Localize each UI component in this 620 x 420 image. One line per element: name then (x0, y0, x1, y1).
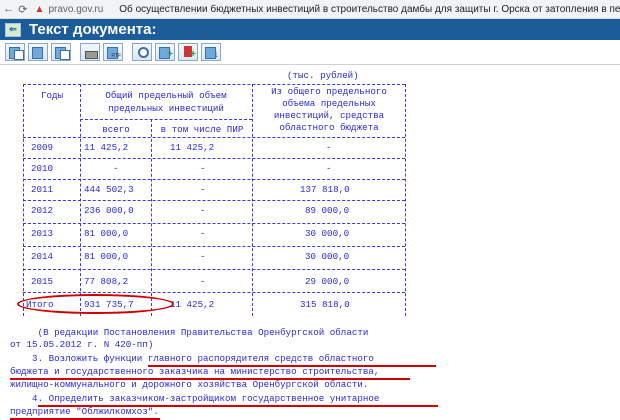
add-icon[interactable]: + (155, 43, 175, 61)
browser-bar: ← ⟳ ▲ pravo.gov.ru Об осуществлении бюдж… (0, 0, 620, 19)
refresh-icon[interactable]: ⟳ (17, 3, 28, 16)
back-arrow-icon[interactable]: ← (3, 3, 14, 15)
text-line: от 15.05.2012 г. N 420-пп) (10, 339, 154, 350)
document-body: (тыс. рублей) Годы Общий предельный объе… (10, 66, 610, 420)
toolbar: RTF + + ↓ (0, 40, 620, 65)
annotation-underline (148, 365, 436, 367)
rtf-icon[interactable]: RTF (103, 43, 123, 61)
page-title-tab: Об осуществлении бюджетных инвестиций в … (119, 3, 620, 15)
print-icon[interactable] (80, 43, 100, 61)
total-row (10, 66, 440, 321)
copy-icon[interactable] (5, 43, 25, 61)
back-icon[interactable]: ⇐ (5, 22, 21, 37)
security-warning-icon[interactable]: ▲ (35, 4, 45, 15)
app-title: Текст документа: (29, 21, 157, 38)
download-icon[interactable]: ↓ (201, 43, 221, 61)
save-all-icon[interactable] (51, 43, 71, 61)
pdf-icon[interactable]: + (178, 43, 198, 61)
annotation-underline (38, 405, 438, 407)
rtf-label: RTF (111, 53, 121, 59)
address-url[interactable]: pravo.gov.ru (48, 4, 103, 15)
save-icon[interactable] (28, 43, 48, 61)
text-line: 3. Возложить функции главного распорядит… (10, 353, 374, 364)
annotation-underline (10, 378, 410, 380)
search-icon[interactable] (132, 43, 152, 61)
text-line: 4. Определить заказчиком-застройщиком го… (10, 393, 380, 404)
app-header: ⇐ Текст документа: (0, 19, 620, 40)
